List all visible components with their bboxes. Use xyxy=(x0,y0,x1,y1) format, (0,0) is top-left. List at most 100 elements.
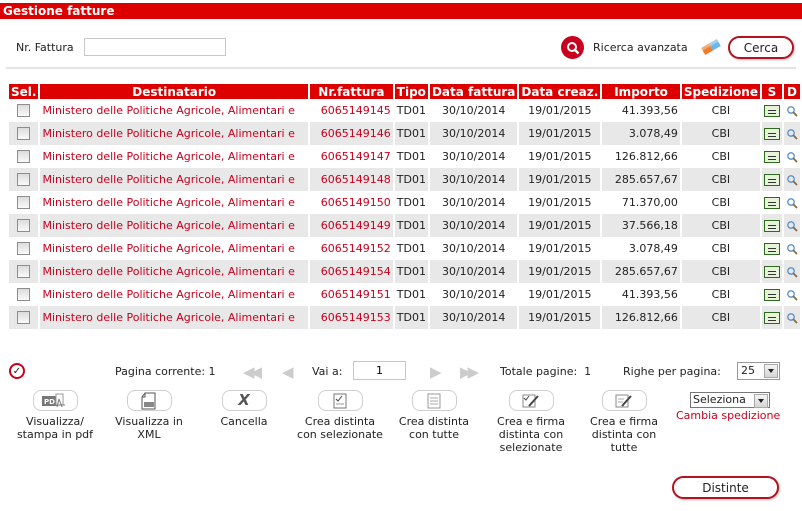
goto-page-input[interactable] xyxy=(353,361,406,380)
data-fattura-cell: 30/10/2014 xyxy=(441,104,506,117)
column-header-data-fattura[interactable]: Data fattura xyxy=(429,84,518,99)
row-checkbox[interactable] xyxy=(17,265,31,279)
send-status-icon[interactable] xyxy=(763,197,780,209)
rows-per-page-select[interactable]: 25 xyxy=(737,362,780,380)
destinatario-link[interactable]: Ministero delle Politiche Agricole, Alim… xyxy=(40,99,308,122)
change-shipping-label[interactable]: Cambia spedizione xyxy=(676,409,780,422)
row-checkbox[interactable] xyxy=(17,219,31,233)
chevron-down-icon[interactable] xyxy=(754,394,768,408)
row-checkbox[interactable] xyxy=(17,288,31,302)
importo-cell: 126.812,66 xyxy=(602,306,680,329)
send-status-icon[interactable] xyxy=(763,243,780,255)
invoice-number-link[interactable]: 6065149147 xyxy=(310,145,393,168)
column-header-destinatario[interactable]: Destinatario xyxy=(40,84,308,99)
destinatario-link[interactable]: Ministero delle Politiche Agricole, Alim… xyxy=(40,306,308,329)
action-bar: PDF Visualizza/ stampa in pdf Visualizza… xyxy=(0,390,802,470)
action-crea-firma-selezionate[interactable]: Crea e firma distinta con selezionate xyxy=(486,390,576,454)
magnifier-icon[interactable] xyxy=(786,243,798,255)
create-sign-selected-button[interactable] xyxy=(508,390,554,411)
action-pdf[interactable]: PDF Visualizza/ stampa in pdf xyxy=(10,390,100,441)
magnifier-icon[interactable] xyxy=(786,266,798,278)
action-crea-firma-tutte[interactable]: Crea e firma distinta con tutte xyxy=(582,390,666,454)
next-page-icon[interactable]: ▶ xyxy=(430,363,441,381)
checklist-icon xyxy=(333,393,347,408)
data-creaz-cell: 19/01/2015 xyxy=(528,288,592,301)
column-header-data-creaz[interactable]: Data creaz. xyxy=(519,84,601,99)
shipping-select[interactable]: Seleziona xyxy=(690,392,770,408)
destinatario-link[interactable]: Ministero delle Politiche Agricole, Alim… xyxy=(40,260,308,283)
send-status-icon[interactable] xyxy=(763,266,780,278)
invoice-number-link[interactable]: 6065149149 xyxy=(309,214,393,237)
magnifier-icon[interactable] xyxy=(786,197,798,209)
delete-button[interactable]: X xyxy=(221,390,267,411)
advanced-search-icon[interactable] xyxy=(561,36,584,59)
invoice-number-link[interactable]: 6065149152 xyxy=(310,237,393,260)
action-cancella[interactable]: X Cancella xyxy=(200,390,288,428)
destinatario-link[interactable]: Ministero delle Politiche Agricole, Alim… xyxy=(40,122,308,145)
pdf-button[interactable]: PDF xyxy=(32,390,78,411)
shipping-select-value: Seleziona xyxy=(693,393,746,406)
column-header-spedizione[interactable]: Spedizione xyxy=(681,84,760,99)
last-page-icon[interactable]: ▶▶ xyxy=(460,363,479,381)
send-cell xyxy=(761,122,782,145)
invoice-number-input[interactable] xyxy=(84,38,226,56)
search-button[interactable]: Cerca xyxy=(728,36,794,59)
magnifier-icon[interactable] xyxy=(786,174,798,186)
destinatario-link[interactable]: Ministero delle Politiche Agricole, Alim… xyxy=(40,283,308,306)
invoice-number-link[interactable]: 6065149150 xyxy=(310,191,393,214)
destinatario-link[interactable]: Ministero delle Politiche Agricole, Alim… xyxy=(40,145,308,168)
first-page-icon[interactable]: ◀◀ xyxy=(243,363,262,381)
eraser-icon[interactable] xyxy=(700,39,722,55)
invoice-number-link[interactable]: 6065149154 xyxy=(309,260,393,283)
create-list-all-button[interactable] xyxy=(411,390,457,411)
create-list-selected-button[interactable] xyxy=(317,390,363,411)
invoice-table: Sel. Destinatario Nr.fattura Tipo Data f… xyxy=(7,84,802,329)
chevron-down-icon[interactable] xyxy=(764,364,778,378)
magnifier-icon[interactable] xyxy=(786,128,798,140)
magnifier-icon[interactable] xyxy=(786,151,798,163)
spedizione-cell: CBI xyxy=(681,306,760,329)
prev-page-icon[interactable]: ◀ xyxy=(282,363,293,381)
invoice-number-link[interactable]: 6065149151 xyxy=(310,283,393,306)
xml-button[interactable] xyxy=(126,390,172,411)
invoice-number-link[interactable]: 6065149145 xyxy=(310,99,393,122)
invoice-number-link[interactable]: 6065149148 xyxy=(309,168,393,191)
row-checkbox[interactable] xyxy=(17,104,31,118)
send-status-icon[interactable] xyxy=(763,174,780,186)
row-checkbox[interactable] xyxy=(17,150,31,164)
create-sign-all-button[interactable] xyxy=(601,390,647,411)
select-all-icon[interactable]: ✓ xyxy=(9,363,25,379)
magnifier-icon[interactable] xyxy=(786,220,798,232)
divider xyxy=(6,67,796,69)
column-header-sel[interactable]: Sel. xyxy=(9,84,39,99)
action-xml[interactable]: Visualizza in XML xyxy=(105,390,193,441)
send-status-icon[interactable] xyxy=(763,105,780,117)
magnifier-icon[interactable] xyxy=(786,289,798,301)
magnifier-icon[interactable] xyxy=(786,312,798,324)
row-checkbox[interactable] xyxy=(17,173,31,187)
send-status-icon[interactable] xyxy=(763,151,780,163)
distinte-button[interactable]: Distinte xyxy=(672,476,779,499)
destinatario-link[interactable]: Ministero delle Politiche Agricole, Alim… xyxy=(40,168,308,191)
action-crea-distinta-selezionate[interactable]: Crea distinta con selezionate xyxy=(292,390,388,441)
invoice-number-link[interactable]: 6065149146 xyxy=(309,122,393,145)
destinatario-link[interactable]: Ministero delle Politiche Agricole, Alim… xyxy=(40,237,308,260)
column-header-tipo[interactable]: Tipo xyxy=(394,84,428,99)
advanced-search-link[interactable]: Ricerca avanzata xyxy=(593,41,688,54)
send-status-icon[interactable] xyxy=(763,128,780,140)
send-cell xyxy=(762,191,782,214)
send-status-icon[interactable] xyxy=(763,220,780,232)
column-header-importo[interactable]: Importo xyxy=(602,84,680,99)
column-header-nr-fattura[interactable]: Nr.fattura xyxy=(309,84,393,99)
send-status-icon[interactable] xyxy=(763,312,780,324)
row-checkbox[interactable] xyxy=(17,196,31,210)
row-checkbox[interactable] xyxy=(17,242,31,256)
action-crea-distinta-tutte[interactable]: Crea distinta con tutte xyxy=(392,390,476,441)
destinatario-link[interactable]: Ministero delle Politiche Agricole, Alim… xyxy=(40,191,308,214)
row-checkbox[interactable] xyxy=(17,311,31,325)
row-checkbox[interactable] xyxy=(17,127,31,141)
magnifier-icon[interactable] xyxy=(786,105,798,117)
invoice-number-link[interactable]: 6065149153 xyxy=(309,306,393,329)
send-status-icon[interactable] xyxy=(763,289,780,301)
destinatario-link[interactable]: Ministero delle Politiche Agricole, Alim… xyxy=(40,214,308,237)
